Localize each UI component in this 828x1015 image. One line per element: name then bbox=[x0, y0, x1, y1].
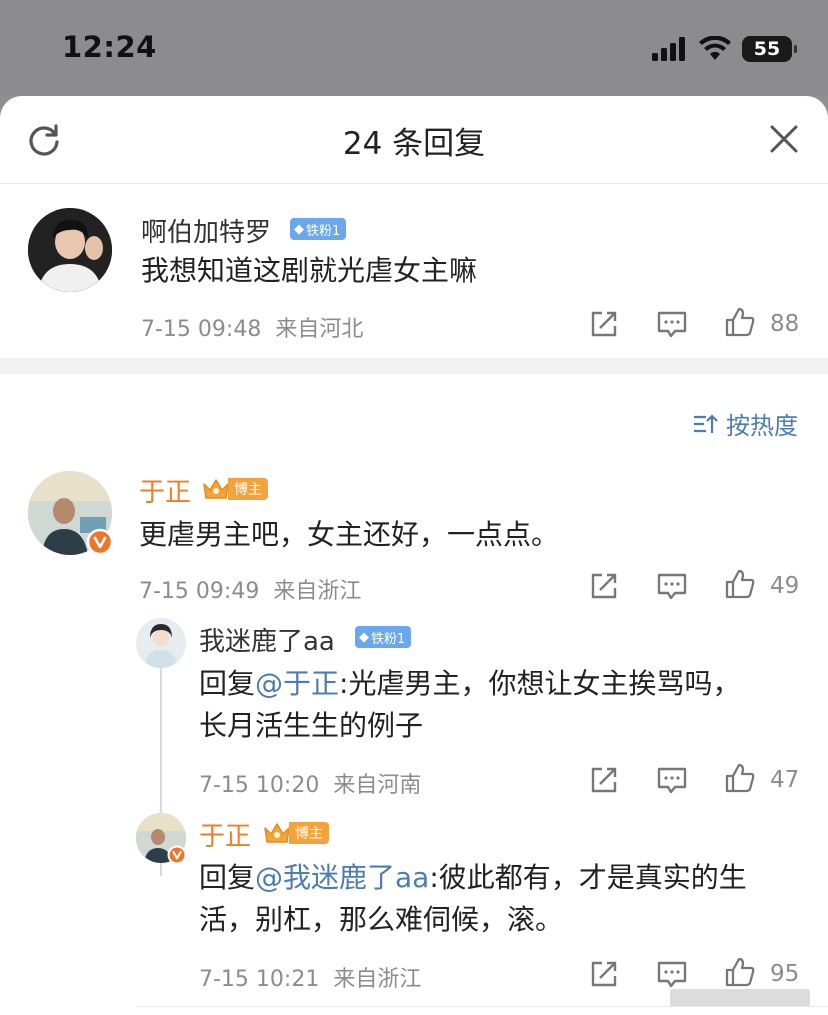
crown-icon bbox=[203, 479, 229, 499]
comment-icon[interactable] bbox=[656, 764, 688, 796]
verified-icon bbox=[167, 845, 187, 865]
comment-text-line2: 活，别杠，那么难伺候，滚。 bbox=[199, 903, 564, 936]
sheet-title: 24 条回复 bbox=[342, 126, 486, 162]
share-icon[interactable] bbox=[588, 958, 620, 990]
sort-button[interactable]: 按热度 bbox=[692, 406, 798, 441]
avatar[interactable] bbox=[136, 618, 186, 668]
username[interactable]: 于正 bbox=[139, 472, 191, 509]
watermark bbox=[670, 989, 810, 1007]
bottom-divider bbox=[136, 1006, 828, 1007]
like-count: 95 bbox=[770, 961, 800, 987]
comment-text: 更虐男主吧，女主还好，一点点。 bbox=[139, 518, 560, 551]
comment-icon[interactable] bbox=[656, 308, 688, 340]
signal-icon bbox=[652, 37, 685, 61]
like-icon[interactable] bbox=[724, 762, 756, 794]
comment-text: 我想知道这剧就光虐女主嘛 bbox=[141, 254, 478, 287]
verified-icon bbox=[86, 528, 114, 556]
mention-link[interactable]: @于正 bbox=[255, 667, 339, 700]
like-icon[interactable] bbox=[724, 306, 756, 338]
sort-icon bbox=[694, 413, 718, 433]
like-count: 88 bbox=[770, 311, 800, 337]
crown-icon bbox=[264, 823, 290, 843]
comment-meta: 7-15 09:48 来自河北 bbox=[141, 317, 364, 342]
status-bar: 12:24 55 bbox=[0, 0, 828, 96]
share-icon[interactable] bbox=[588, 764, 620, 796]
comment-text-line2: 长月活生生的例子 bbox=[199, 709, 424, 742]
diamond-icon: ◆ bbox=[359, 629, 369, 645]
diamond-icon: ◆ bbox=[294, 221, 304, 237]
wifi-icon bbox=[699, 36, 731, 60]
comment-icon[interactable] bbox=[656, 570, 688, 602]
status-icons: 55 bbox=[652, 34, 797, 64]
comment-icon[interactable] bbox=[656, 958, 688, 990]
avatar[interactable] bbox=[28, 208, 112, 292]
username[interactable]: 于正 bbox=[199, 816, 251, 853]
sort-label: 按热度 bbox=[726, 412, 798, 440]
share-icon[interactable] bbox=[588, 570, 620, 602]
fan-badge: ◆ 铁粉1 bbox=[290, 218, 347, 240]
like-icon[interactable] bbox=[724, 956, 756, 988]
comment-meta: 7-15 09:49 来自浙江 bbox=[139, 579, 362, 604]
battery-icon: 55 bbox=[742, 36, 797, 62]
status-time: 12:24 bbox=[62, 30, 157, 64]
like-count: 47 bbox=[770, 767, 800, 793]
username[interactable]: 啊伯加特罗 bbox=[141, 212, 271, 249]
comment-text: 回复@我迷鹿了aa:彼此都有，才是真实的生 bbox=[199, 861, 747, 894]
sheet-header: 24 条回复 bbox=[0, 96, 828, 184]
blogger-badge: 博主 bbox=[262, 820, 329, 846]
section-divider bbox=[0, 358, 828, 374]
comment-meta: 7-15 10:20 来自河南 bbox=[199, 773, 422, 798]
username[interactable]: 我迷鹿了aa bbox=[199, 621, 335, 658]
comment-text: 回复@于正:光虐男主，你想让女主挨骂吗， bbox=[199, 667, 741, 700]
fan-badge: ◆ 铁粉1 bbox=[355, 626, 412, 648]
blogger-badge: 博主 bbox=[201, 476, 268, 502]
share-icon[interactable] bbox=[588, 308, 620, 340]
like-count: 49 bbox=[770, 573, 800, 599]
like-icon[interactable] bbox=[724, 568, 756, 600]
reply-sheet: 24 条回复 啊伯加特罗 ◆ 铁粉1 我想知道这剧就光虐女主嘛 7-15 09:4… bbox=[0, 96, 828, 1015]
close-icon[interactable] bbox=[768, 123, 800, 155]
mention-link[interactable]: @我迷鹿了aa bbox=[255, 861, 429, 894]
comment-meta: 7-15 10:21 来自浙江 bbox=[199, 967, 422, 992]
